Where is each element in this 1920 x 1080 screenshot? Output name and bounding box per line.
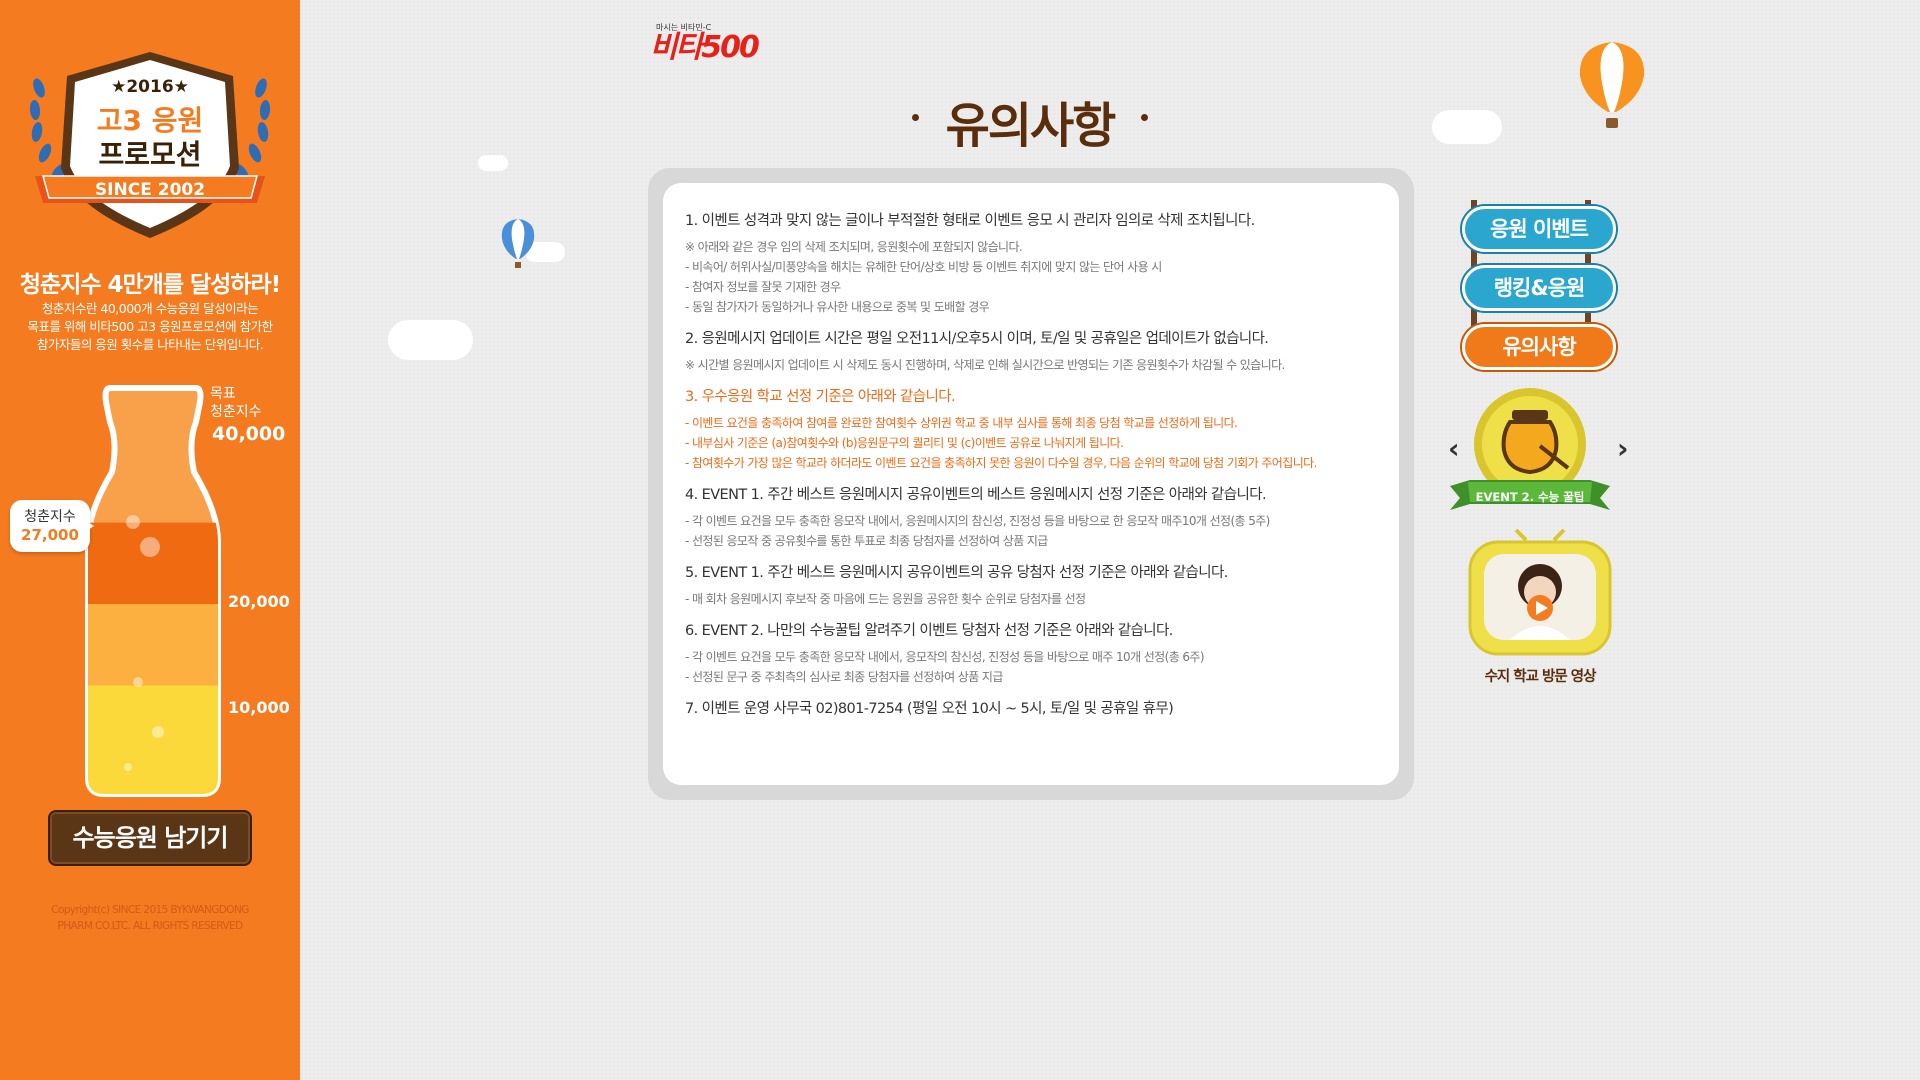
brand-name: 비타500: [650, 30, 760, 65]
video-label: 수지 학교 방문 영상: [1484, 669, 1597, 685]
cloud-decoration: [478, 155, 508, 171]
copyright: Copyright(c) SINCE 2015 BYKWANGDONG PHAR…: [51, 904, 249, 932]
slogan-description: 청춘지수란 40,000개 수능응원 달성이라는 목표를 위해 비타500 고3…: [27, 301, 273, 352]
hot-air-balloon-icon: [501, 219, 535, 268]
svg-text:프로모션: 프로모션: [98, 138, 201, 171]
notice-item-line: - 각 이벤트 요건을 모두 충족한 응모작 내에서, 응원메시지의 참신성, …: [685, 514, 1270, 528]
page-title-wrap: 유의사항: [900, 86, 1160, 156]
current-count-label: 청춘지수: [24, 509, 76, 525]
notice-item-line: - 매 회차 응원메시지 후보작 중 마음에 드는 응원을 공유한 횟수 순위로…: [685, 592, 1086, 606]
sidebar: ★2016★ 고3 응원 프로모션 SINCE 2002 청춘지수 4만개를 달…: [0, 0, 300, 1080]
notice-item: 5. EVENT 1. 주간 베스트 응원메시지 공유이벤트의 공유 당첨자 선…: [685, 561, 1377, 609]
brand-logo[interactable]: 마시는 비타민-C 비타500: [650, 22, 760, 65]
notice-item: 1. 이벤트 성격과 맞지 않는 글이나 부적절한 형태로 이벤트 응모 시 관…: [685, 209, 1377, 317]
nav-notice[interactable]: 유의사항: [1462, 324, 1616, 370]
notice-item-line: - 동일 참가자가 동일하거나 유사한 내용으로 중복 및 도배할 경우: [685, 300, 990, 314]
title-dot: [1141, 114, 1148, 121]
notice-item-title: 5. EVENT 1. 주간 베스트 응원메시지 공유이벤트의 공유 당첨자 선…: [685, 565, 1228, 581]
notice-item-line: ※ 아래와 같은 경우 임의 삭제 조치되며, 응원횟수에 포함되지 않습니다.: [685, 240, 1023, 254]
notice-item-line: - 선정된 문구 중 주최측의 심사로 최종 당첨자를 선정하여 상품 지급: [685, 670, 1003, 684]
svg-text:★2016★: ★2016★: [111, 77, 189, 97]
svg-text:SINCE 2002: SINCE 2002: [95, 180, 205, 200]
notice-panel: 1. 이벤트 성격과 맞지 않는 글이나 부적절한 형태로 이벤트 응모 시 관…: [663, 183, 1399, 785]
notice-item-line: - 비속어/ 허위사실/미풍양속을 해치는 유해한 단어/상호 비방 등 이벤트…: [685, 260, 1162, 274]
notice-item-line: ※ 시간별 응원메시지 업데이트 시 삭제도 동시 진행하며, 삭제로 인해 실…: [685, 358, 1285, 372]
notice-item-line: - 참여자 정보를 잘못 기재한 경우: [685, 280, 841, 294]
event-badge-label: EVENT 2. 수능 꿀팁: [1475, 490, 1585, 504]
nav-cheer-event[interactable]: 응원 이벤트: [1462, 206, 1616, 252]
notice-item: 2. 응원메시지 업데이트 시간은 평일 오전11시/오후5시 이며, 토/일 …: [685, 327, 1377, 375]
notice-item: 7. 이벤트 운영 사무국 02)801-7254 (평일 오전 10시 ~ 5…: [685, 697, 1377, 718]
notice-item-title: 7. 이벤트 운영 사무국 02)801-7254 (평일 오전 10시 ~ 5…: [685, 701, 1174, 717]
notice-item: 3. 우수응원 학교 선정 기준은 아래와 같습니다. - 이벤트 요건을 충족하…: [685, 385, 1377, 473]
notice-item-line: - 각 이벤트 요건을 모두 충족한 응모작 내에서, 응모작의 참신성, 진정…: [685, 650, 1205, 664]
notice-item: 6. EVENT 2. 나만의 수능꿀팁 알려주기 이벤트 당첨자 선정 기준은…: [685, 619, 1377, 687]
notice-item-title: 2. 응원메시지 업데이트 시간은 평일 오전11시/오후5시 이며, 토/일 …: [685, 331, 1269, 347]
leave-cheer-button[interactable]: 수능응원 남기기: [48, 810, 252, 866]
notice-item-title: 1. 이벤트 성격과 맞지 않는 글이나 부적절한 형태로 이벤트 응모 시 관…: [685, 213, 1255, 229]
slogan-title: 청춘지수 4만개를 달성하라!: [19, 272, 281, 298]
hot-air-balloon-icon: [1579, 42, 1645, 128]
video-thumbnail[interactable]: [1466, 528, 1614, 658]
cloud-decoration: [1432, 110, 1502, 144]
notice-item-title: 3. 우수응원 학교 선정 기준은 아래와 같습니다.: [685, 389, 956, 405]
svg-text:고3 응원: 고3 응원: [97, 104, 204, 137]
page-title: 유의사항: [945, 98, 1117, 154]
notice-item-line: - 내부심사 기준은 (a)참여횟수와 (b)응원문구의 퀄리티 및 (c)이벤…: [685, 436, 1124, 450]
current-count-bubble: 청춘지수 27,000: [10, 500, 94, 552]
notice-item-title: 4. EVENT 1. 주간 베스트 응원메시지 공유이벤트의 베스트 응원메시…: [685, 487, 1267, 503]
current-count-value: 27,000: [21, 526, 79, 544]
goal-value: 40,000: [212, 423, 286, 445]
notice-item-title: 6. EVENT 2. 나만의 수능꿀팁 알려주기 이벤트 당첨자 선정 기준은…: [685, 623, 1173, 639]
goal-label: 목표 청춘지수: [210, 386, 262, 420]
nav-ranking[interactable]: 랭킹&응원: [1462, 265, 1616, 311]
tick-20000: 20,000: [228, 592, 290, 611]
notice-item-line: - 이벤트 요건을 충족하여 참여를 완료한 참여횟수 상위권 학교 중 내부 …: [685, 416, 1238, 430]
notice-item: 4. EVENT 1. 주간 베스트 응원메시지 공유이벤트의 베스트 응원메시…: [685, 483, 1377, 551]
notice-item-line: - 선정된 응모작 중 공유횟수를 통한 투표로 최종 당첨자를 선정하여 상품…: [685, 534, 1048, 548]
notice-item-line: - 참여횟수가 가장 많은 학교라 하더라도 이벤트 요건을 충족하지 못한 응…: [685, 456, 1317, 470]
chevron-right-icon[interactable]: ›: [1617, 432, 1629, 465]
promotion-emblem: ★2016★ 고3 응원 프로모션 SINCE 2002: [29, 52, 271, 238]
cloud-decoration: [388, 320, 473, 360]
play-icon: [1527, 595, 1553, 621]
progress-bottle: [85, 385, 221, 797]
tick-10000: 10,000: [228, 698, 290, 717]
